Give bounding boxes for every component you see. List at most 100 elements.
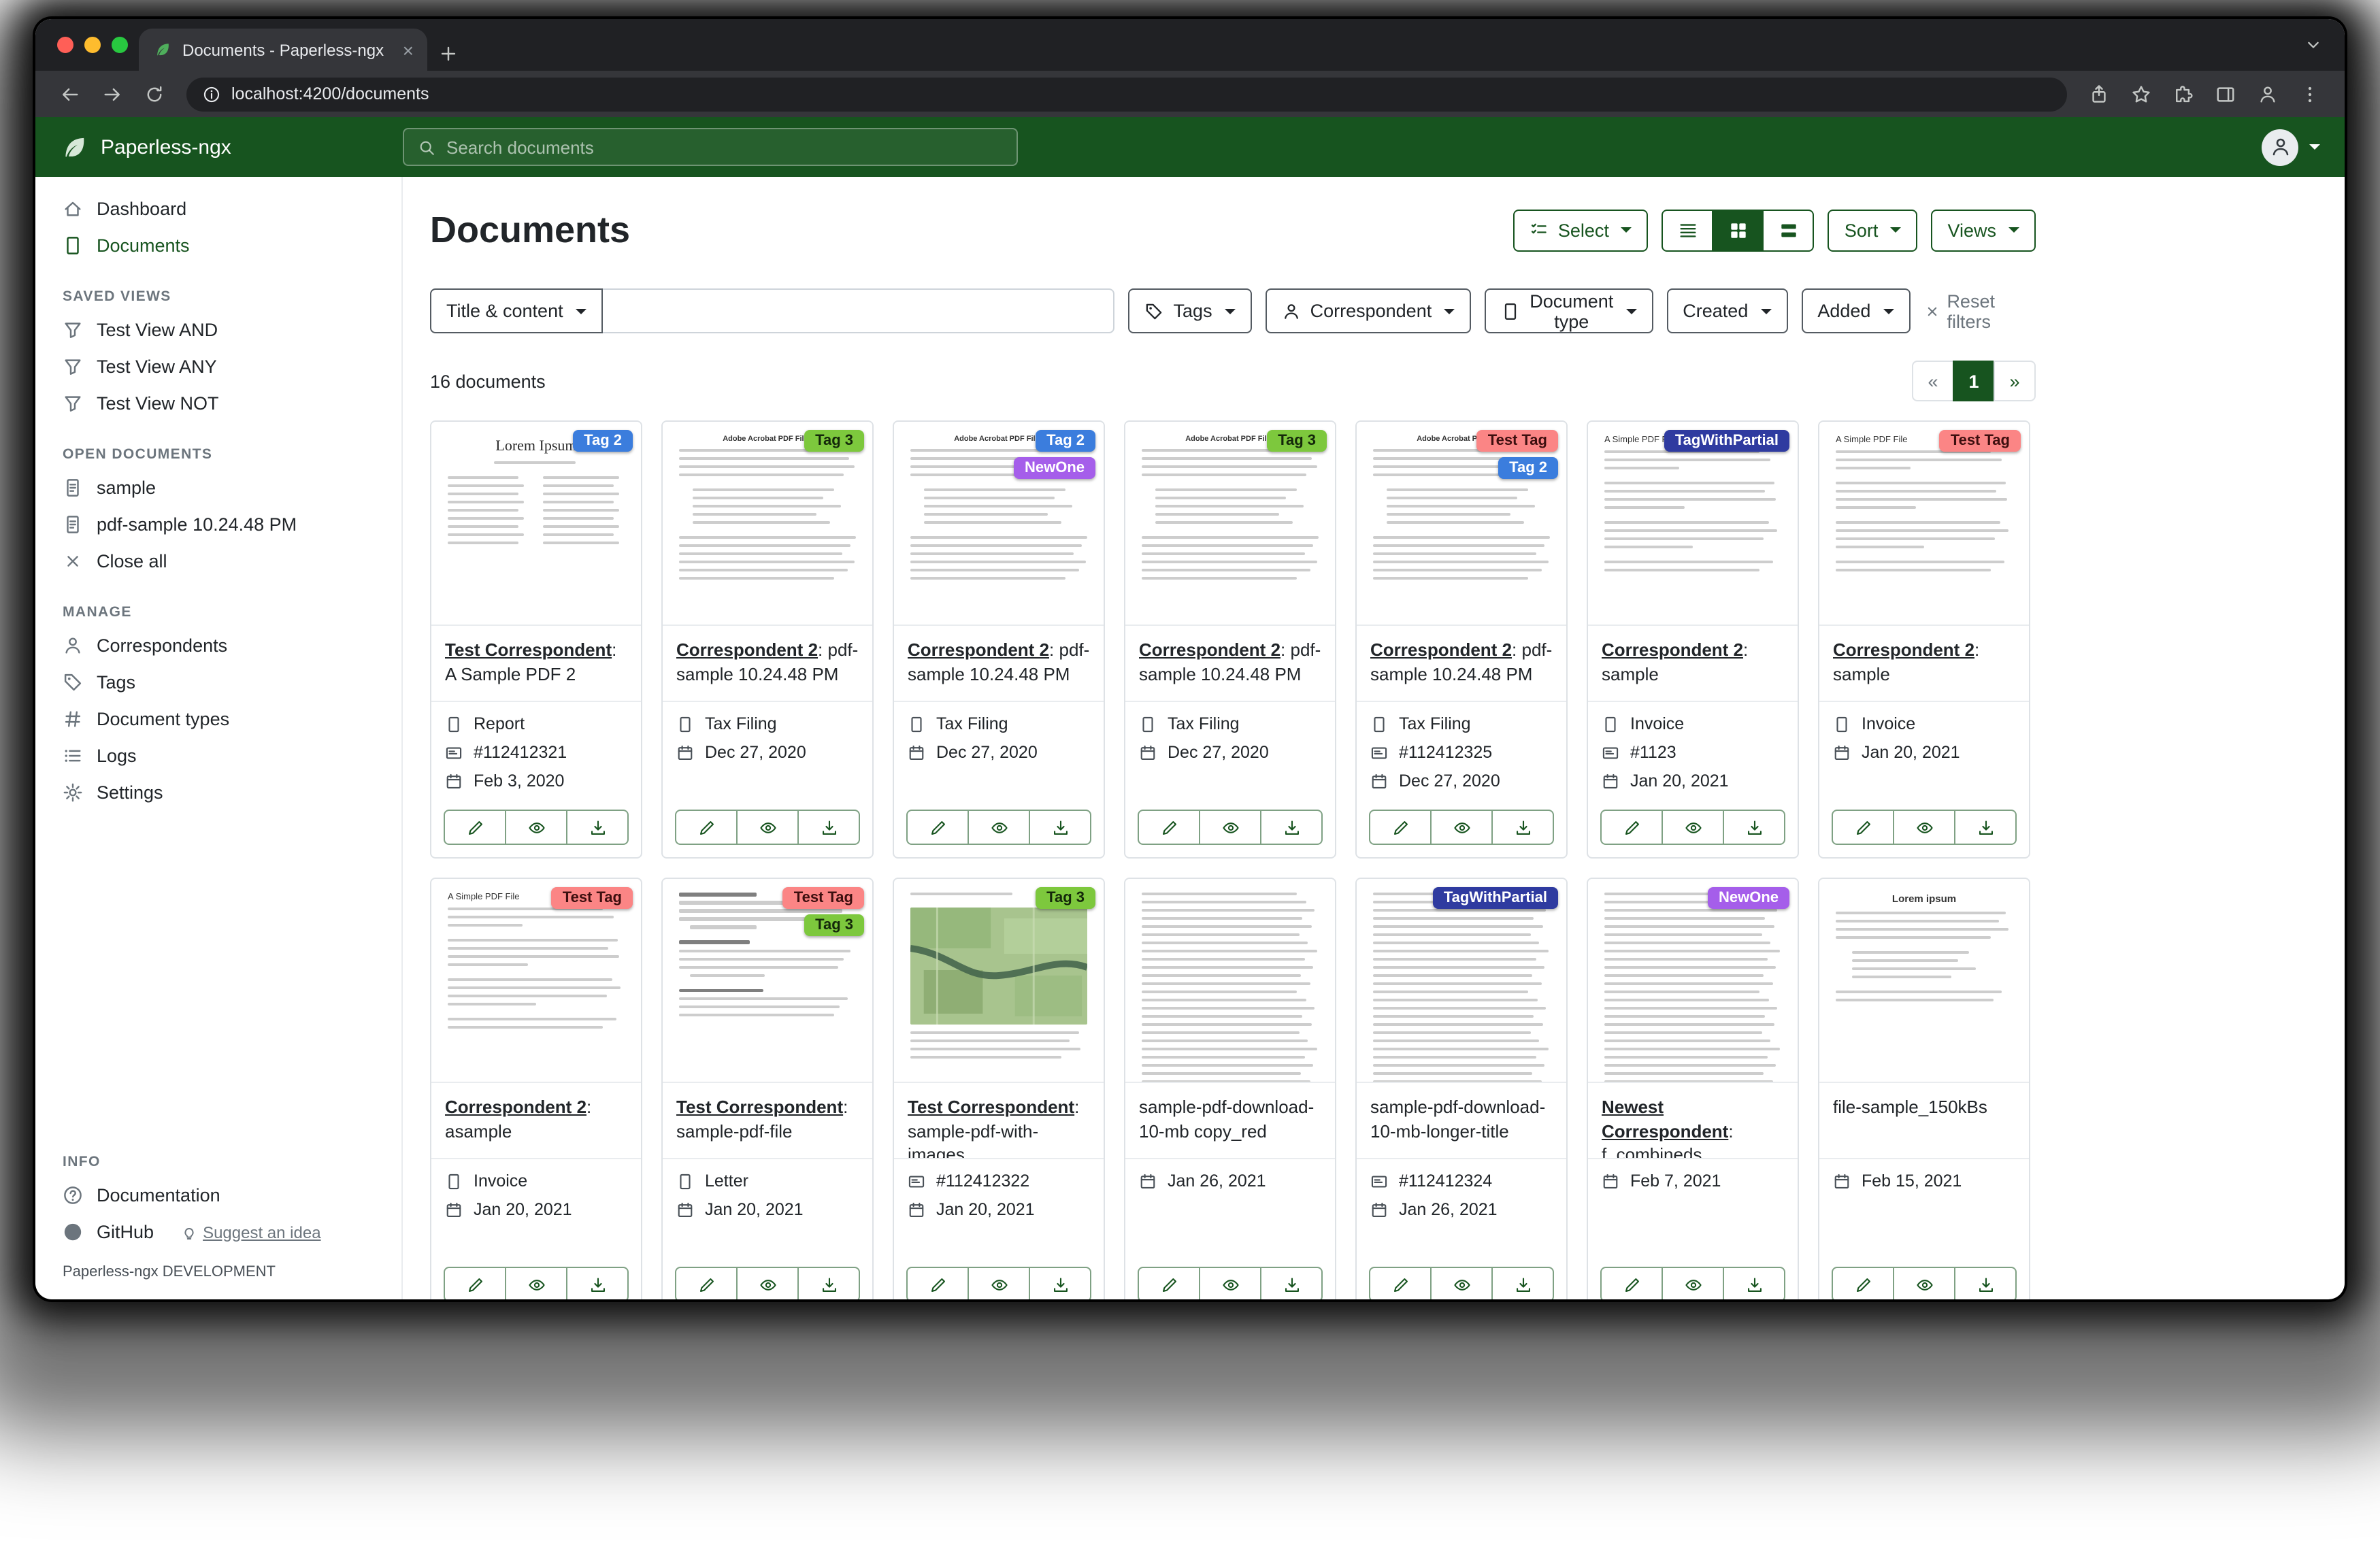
browser-puzzle-button[interactable] [2165,76,2202,112]
tag-chip[interactable]: Tag 3 [804,914,864,936]
tag-chip[interactable]: Tag 2 [1036,430,1095,452]
tag-chip[interactable]: Test Tag [1477,430,1558,452]
browser-share-button[interactable] [2081,76,2117,112]
tab-close-icon[interactable]: × [400,39,416,61]
sidebar-item-test-view-not[interactable]: Test View NOT [35,385,401,422]
correspondent-link[interactable]: Newest Correspondent [1602,1097,1728,1141]
sidebar-item-sample[interactable]: sample [35,469,401,506]
new-tab-button[interactable] [438,44,459,64]
search-input[interactable] [446,137,1003,157]
edit-document-button[interactable] [906,810,969,845]
tag-chip[interactable]: NewOne [1014,457,1095,479]
views-dropdown-button[interactable]: Views [1931,209,2036,251]
document-thumbnail[interactable]: Tag 3 [894,879,1104,1083]
correspondent-link[interactable]: Correspondent 2 [908,639,1049,660]
download-document-button[interactable] [797,1267,860,1299]
pagination-prev-button[interactable]: « [1912,361,1954,401]
reset-filters-button[interactable]: Reset filters [1923,290,2036,331]
edit-document-button[interactable] [1600,1267,1663,1299]
download-document-button[interactable] [1491,1267,1554,1299]
correspondent-link[interactable]: Test Correspondent [445,639,612,660]
document-thumbnail[interactable]: Adobe Acrobat PDF FilesTest TagTag 2 [1357,422,1566,626]
document-thumbnail[interactable]: Adobe Acrobat PDF FilesTag 3 [663,422,872,626]
close-window-button[interactable] [57,37,73,53]
sidebar-item-github[interactable]: GitHubSuggest an idea [35,1214,401,1250]
view-document-button[interactable] [505,1267,567,1299]
tab-search-chevron-icon[interactable] [2304,35,2323,54]
tag-chip[interactable]: Test Tag [552,887,633,909]
correspondent-link[interactable]: Test Correspondent [908,1097,1074,1117]
edit-document-button[interactable] [1369,1267,1432,1299]
browser-tab[interactable]: Documents - Paperless-ngx × [139,29,427,71]
sidebar-item-tags[interactable]: Tags [35,664,401,701]
sidebar-item-test-view-and[interactable]: Test View AND [35,312,401,348]
filter-document-type-dropdown[interactable]: Document type [1485,288,1653,333]
edit-document-button[interactable] [1832,1267,1894,1299]
view-document-button[interactable] [505,810,567,845]
edit-document-button[interactable] [1369,810,1432,845]
filter-tags-dropdown[interactable]: Tags [1129,288,1252,333]
edit-document-button[interactable] [444,1267,506,1299]
sidebar-item-settings[interactable]: Settings [35,774,401,811]
filter-query-input[interactable] [603,288,1115,333]
document-thumbnail[interactable]: Lorem ipsum [1819,879,2029,1083]
filter-created-dropdown[interactable]: Created [1666,288,1787,333]
document-thumbnail[interactable] [1125,879,1335,1083]
download-document-button[interactable] [1954,1267,2017,1299]
view-document-button[interactable] [968,1267,1030,1299]
view-document-button[interactable] [1662,1267,1724,1299]
document-thumbnail[interactable]: Adobe Acrobat PDF FilesTag 2NewOne [894,422,1104,626]
maximize-window-button[interactable] [112,37,128,53]
download-document-button[interactable] [1723,810,1785,845]
sidebar-item-logs[interactable]: Logs [35,737,401,774]
tag-chip[interactable]: Tag 2 [573,430,633,452]
edit-document-button[interactable] [906,1267,969,1299]
document-thumbnail[interactable]: A Simple PDF FileTest Tag [431,879,641,1083]
minimize-window-button[interactable] [84,37,101,53]
correspondent-link[interactable]: Correspondent 2 [1602,639,1743,660]
pagination-page-1-button[interactable]: 1 [1953,361,1995,401]
correspondent-link[interactable]: Correspondent 2 [676,639,818,660]
app-brand[interactable]: Paperless-ngx [60,133,403,161]
document-thumbnail[interactable]: A Simple PDF FileTagWithPartial [1588,422,1798,626]
user-menu[interactable] [2262,129,2320,165]
view-document-button[interactable] [1430,1267,1493,1299]
document-thumbnail[interactable]: Adobe Acrobat PDF FilesTag 3 [1125,422,1335,626]
filter-field-dropdown[interactable]: Title & content [430,288,603,333]
sidebar-item-document-types[interactable]: Document types [35,701,401,737]
suggest-an-idea-link[interactable]: Suggest an idea [181,1222,321,1242]
filter-added-dropdown[interactable]: Added [1801,288,1910,333]
correspondent-link[interactable]: Correspondent 2 [1833,639,1974,660]
view-document-button[interactable] [1662,810,1724,845]
download-document-button[interactable] [1260,1267,1323,1299]
edit-document-button[interactable] [444,810,506,845]
view-document-button[interactable] [736,810,799,845]
browser-panel-button[interactable] [2207,76,2244,112]
tag-chip[interactable]: TagWithPartial [1664,430,1789,452]
tag-chip[interactable]: Test Tag [783,887,864,909]
download-document-button[interactable] [1029,810,1091,845]
download-document-button[interactable] [1491,810,1554,845]
sidebar-item-correspondents[interactable]: Correspondents [35,627,401,664]
sidebar-item-documents[interactable]: Documents [35,227,401,264]
view-document-button[interactable] [968,810,1030,845]
document-thumbnail[interactable]: Lorem IpsumTag 2 [431,422,641,626]
sort-dropdown-button[interactable]: Sort [1828,209,1918,251]
correspondent-link[interactable]: Correspondent 2 [1139,639,1280,660]
view-document-button[interactable] [1199,810,1261,845]
tag-chip[interactable]: Tag 3 [804,430,864,452]
pagination-next-button[interactable]: » [1994,361,2036,401]
browser-arrow-right-button[interactable] [94,76,131,112]
download-document-button[interactable] [1954,810,2017,845]
document-thumbnail[interactable]: A Simple PDF FileTest Tag [1819,422,2029,626]
edit-document-button[interactable] [1138,1267,1200,1299]
select-dropdown-button[interactable]: Select [1513,209,1649,251]
download-document-button[interactable] [566,810,629,845]
tag-chip[interactable]: Tag 3 [1267,430,1327,452]
tag-chip[interactable]: NewOne [1708,887,1789,909]
tag-chip[interactable]: Tag 3 [1036,887,1095,909]
edit-document-button[interactable] [675,810,738,845]
edit-document-button[interactable] [675,1267,738,1299]
tag-chip[interactable]: TagWithPartial [1433,887,1558,909]
view-mode-view-list-button[interactable] [1662,209,1714,251]
